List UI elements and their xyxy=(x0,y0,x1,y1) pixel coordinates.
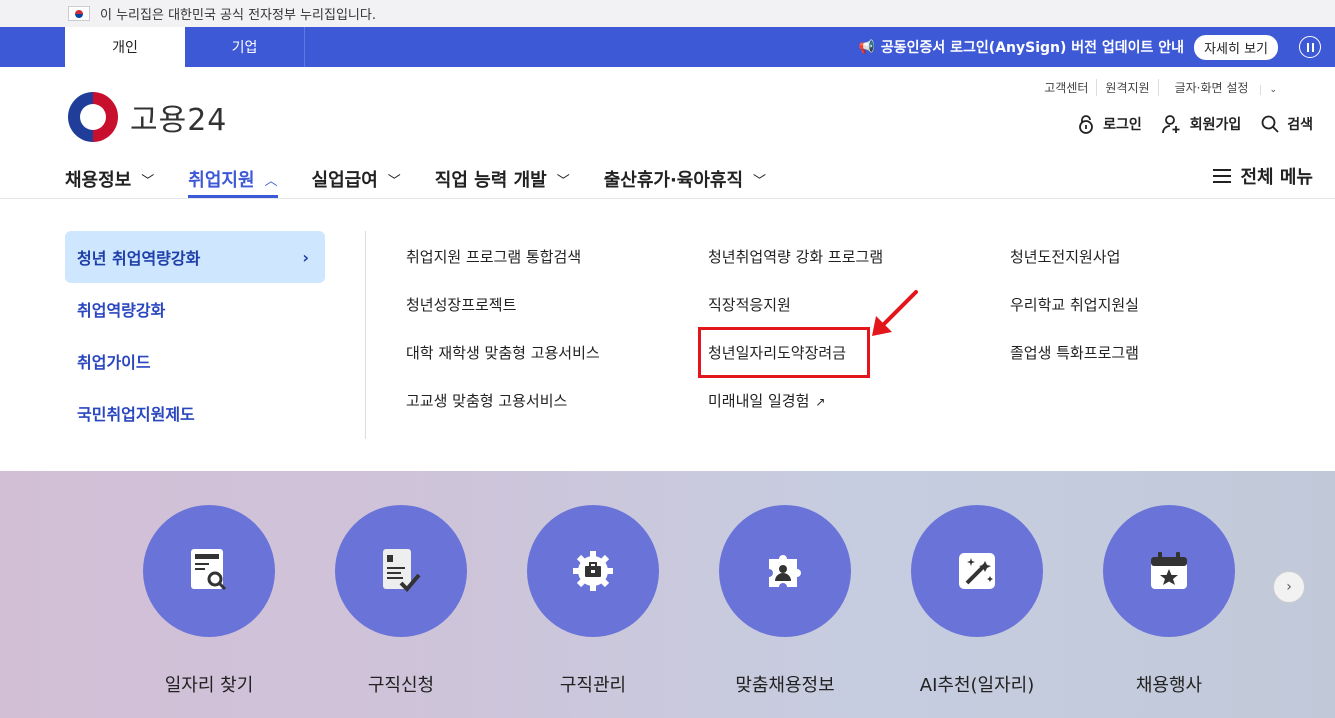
util-customer-center[interactable]: 고객센터 xyxy=(1036,79,1096,96)
search-button[interactable]: 검색 xyxy=(1261,114,1313,134)
notice-text[interactable]: 공동인증서 로그인(AnySign) 버전 업데이트 안내 xyxy=(881,37,1184,57)
sub-link[interactable]: 청년취업역량 강화 프로그램 xyxy=(708,246,883,267)
util-display-settings-label: 글자·화면 설정 xyxy=(1174,81,1249,95)
annotation-arrow-icon xyxy=(872,290,918,336)
sub-link[interactable]: 청년성장프로젝트 xyxy=(406,294,516,315)
utility-links: 고객센터 원격지원 글자·화면 설정 ⌄ xyxy=(1036,79,1293,96)
side-item-national-support[interactable]: 국민취업지원제도 xyxy=(65,387,325,439)
korea-flag-icon xyxy=(68,6,90,21)
service-label: 채용행사 xyxy=(1135,675,1203,696)
logo-text: 고용24 xyxy=(130,103,228,138)
gov-banner-text: 이 누리집은 대한민국 공식 전자정부 누리집입니다. xyxy=(100,8,376,23)
pause-icon[interactable] xyxy=(1299,36,1321,58)
chevron-up-icon: ︿ xyxy=(264,173,278,189)
nav-label: 직업 능력 개발 xyxy=(434,170,547,191)
service-circle xyxy=(719,505,851,637)
service-label: 맞춤채용정보 xyxy=(735,675,835,696)
sub-link-future-experience[interactable]: 미래내일 일경험 ↗ xyxy=(708,390,825,411)
sub-link[interactable]: 직장적응지원 xyxy=(708,294,791,315)
side-item-label: 청년 취업역량강화 xyxy=(77,249,201,268)
chevron-right-icon: › xyxy=(302,247,309,267)
top-bar: 개인 기업 📢 공동인증서 로그인(AnySign) 버전 업데이트 안내 자세… xyxy=(0,27,1335,67)
calendar-star-icon xyxy=(1151,552,1187,589)
service-recruit-event[interactable]: 채용행사 xyxy=(1103,505,1235,697)
sub-link[interactable]: 대학 재학생 맞춤형 고용서비스 xyxy=(406,342,600,363)
detail-button[interactable]: 자세히 보기 xyxy=(1194,34,1278,60)
taegeuk-logo-icon xyxy=(68,92,118,142)
search-icon xyxy=(1261,115,1279,133)
sub-link[interactable]: 졸업생 특화프로그램 xyxy=(1010,342,1139,363)
notice: 📢 공동인증서 로그인(AnySign) 버전 업데이트 안내 자세히 보기 xyxy=(859,27,1278,67)
site-logo[interactable]: 고용24 xyxy=(68,92,227,142)
main-nav: 채용정보 ﹀ 취업지원 ︿ 실업급여 ﹀ 직업 능력 개발 ﹀ 출산휴가·육아휴직 ﹀ xyxy=(65,160,800,198)
all-menu-button[interactable]: 전체 메뉴 xyxy=(1213,163,1313,189)
chevron-down-icon: ⌄ xyxy=(1260,85,1285,95)
login-button[interactable]: 로그인 xyxy=(1077,114,1142,134)
all-menu-label: 전체 메뉴 xyxy=(1240,167,1313,188)
external-link-icon: ↗ xyxy=(815,395,826,409)
service-circle xyxy=(143,505,275,637)
puzzle-person-icon xyxy=(769,555,801,587)
nav-label: 출산휴가·육아휴직 xyxy=(603,170,744,191)
nav-employment-support[interactable]: 취업지원 ︿ xyxy=(188,160,278,198)
job-search-icon xyxy=(191,549,227,591)
lock-icon xyxy=(1079,115,1093,134)
service-label: AI추천(일자리) xyxy=(919,675,1035,696)
nav-unemployment-benefit[interactable]: 실업급여 ﹀ xyxy=(312,160,401,198)
chevron-down-icon: ﹀ xyxy=(556,173,570,189)
util-display-settings[interactable]: 글자·화면 설정 ⌄ xyxy=(1157,79,1293,96)
highlight-box xyxy=(698,327,870,378)
service-label: 구직신청 xyxy=(367,675,435,696)
service-label: 일자리 찾기 xyxy=(164,675,254,696)
chevron-right-icon: › xyxy=(1286,579,1292,595)
chevron-down-icon: ﹀ xyxy=(387,173,401,189)
nav-label: 실업급여 xyxy=(311,170,378,191)
account-links: 로그인 회원가입 검색 xyxy=(1057,114,1313,134)
signup-label: 회원가입 xyxy=(1189,117,1242,133)
search-label: 검색 xyxy=(1287,117,1313,133)
nav-recruit-info[interactable]: 채용정보 ﹀ xyxy=(65,160,154,198)
login-label: 로그인 xyxy=(1103,117,1142,133)
hamburger-icon xyxy=(1213,169,1232,183)
service-circle xyxy=(335,505,467,637)
magic-wand-icon xyxy=(959,553,995,589)
dropdown-divider xyxy=(365,231,366,439)
nav-label: 취업지원 xyxy=(188,170,255,191)
gov-banner: 이 누리집은 대한민국 공식 전자정부 누리집입니다. xyxy=(0,0,1335,27)
chevron-down-icon: ﹀ xyxy=(753,173,767,189)
nav-label: 채용정보 xyxy=(65,170,132,191)
service-job-management[interactable]: 구직관리 xyxy=(527,505,659,697)
service-circle xyxy=(1103,505,1235,637)
signup-button[interactable]: 회원가입 xyxy=(1161,114,1242,134)
service-circle xyxy=(911,505,1043,637)
nav-skill-development[interactable]: 직업 능력 개발 ﹀ xyxy=(435,160,570,198)
nav-parental-leave[interactable]: 출산휴가·육아휴직 ﹀ xyxy=(604,160,766,198)
mega-dropdown: 청년 취업역량강화 › 취업역량강화 취업가이드 국민취업지원제도 취업지원 프로… xyxy=(0,199,1335,471)
util-remote-support[interactable]: 원격지원 xyxy=(1096,79,1157,96)
side-item-guide[interactable]: 취업가이드 xyxy=(65,335,325,387)
service-job-application[interactable]: 구직신청 xyxy=(335,505,467,697)
service-circle xyxy=(527,505,659,637)
tab-company[interactable]: 기업 xyxy=(185,27,305,67)
service-custom-recruit[interactable]: 맞춤채용정보 xyxy=(719,505,851,697)
side-item-youth-capacity[interactable]: 청년 취업역량강화 › xyxy=(65,231,325,283)
dropdown-side-menu: 청년 취업역량강화 › 취업역량강화 취업가이드 국민취업지원제도 xyxy=(65,231,325,439)
carousel-next-button[interactable]: › xyxy=(1273,571,1305,603)
service-label: 구직관리 xyxy=(559,675,627,696)
sub-link-label: 미래내일 일경험 xyxy=(708,392,810,410)
application-check-icon xyxy=(383,549,421,592)
add-user-icon xyxy=(1161,115,1180,134)
tab-personal[interactable]: 개인 xyxy=(65,27,185,67)
sub-link[interactable]: 우리학교 취업지원실 xyxy=(1010,294,1139,315)
service-ai-recommend[interactable]: AI추천(일자리) xyxy=(911,505,1043,697)
sub-link[interactable]: 청년도전지원사업 xyxy=(1010,246,1120,267)
megaphone-icon: 📢 xyxy=(858,39,875,55)
chevron-down-icon: ﹀ xyxy=(141,173,155,189)
sub-link[interactable]: 고교생 맞춤형 고용서비스 xyxy=(406,390,567,411)
service-job-search[interactable]: 일자리 찾기 xyxy=(143,505,275,697)
sub-link[interactable]: 취업지원 프로그램 통합검색 xyxy=(406,246,581,267)
briefcase-gear-icon xyxy=(573,551,613,591)
side-item-capacity[interactable]: 취업역량강화 xyxy=(65,283,325,335)
